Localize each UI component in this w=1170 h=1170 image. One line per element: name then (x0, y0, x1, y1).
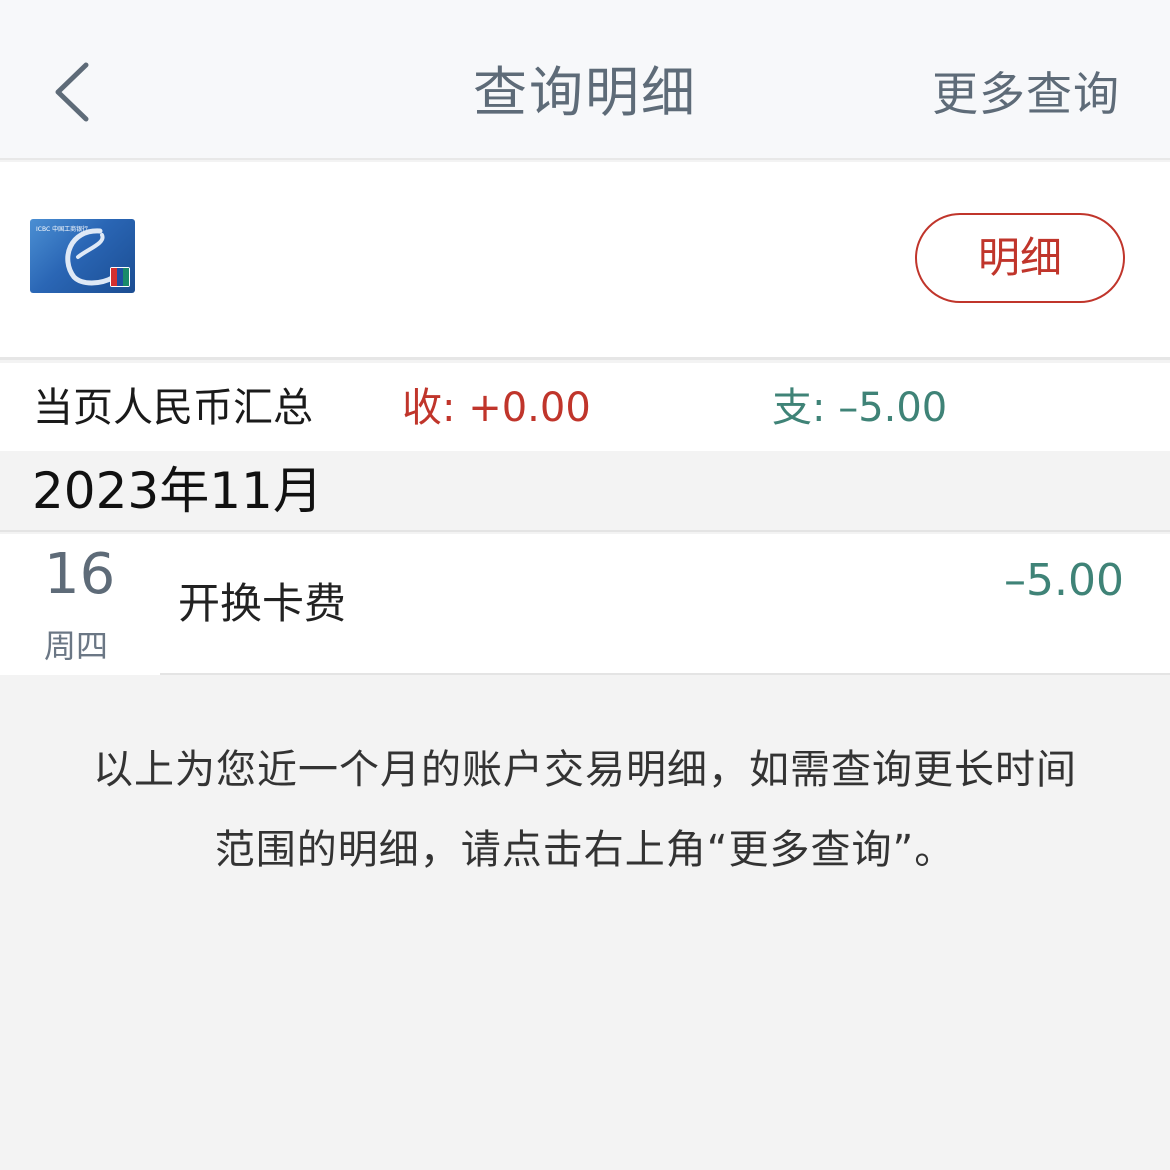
bank-card-image[interactable]: ICBC 中国工商银行 (30, 219, 135, 293)
month-label: 2023年11月 (32, 462, 323, 520)
navigation-bar: 查询明细 更多查询 (0, 0, 1170, 160)
transaction-day: 16 (44, 542, 116, 607)
svg-text:ICBC 中国工商银行: ICBC 中国工商银行 (36, 225, 88, 233)
transaction-amount: –5.00 (1004, 555, 1124, 606)
transaction-row[interactable]: 16 周四 开换卡费 –5.00 (0, 534, 1170, 675)
card-section: ICBC 中国工商银行 明细 (0, 162, 1170, 360)
detail-button[interactable]: 明细 (915, 213, 1125, 303)
row-divider (160, 673, 1170, 675)
page: 查询明细 更多查询 ICBC 中国工商银行 明细 当页人民币汇总 收: +0.0… (0, 0, 1170, 1170)
transaction-description: 开换卡费 (178, 579, 347, 628)
month-header: 2023年11月 (0, 451, 1170, 532)
summary-income: 收: +0.00 (402, 385, 591, 431)
more-query-button[interactable]: 更多查询 (932, 62, 1120, 126)
info-note-line-1: 以上为您近一个月的账户交易明细，如需查询更长时间 (93, 747, 1077, 793)
summary-expense: 支: –5.00 (772, 385, 948, 431)
info-note: 以上为您近一个月的账户交易明细，如需查询更长时间 范围的明细，请点击右上角“更多… (30, 730, 1140, 890)
summary-label: 当页人民币汇总 (33, 385, 313, 431)
info-note-line-2: 范围的明细，请点击右上角“更多查询”。 (214, 827, 956, 873)
transaction-weekday: 周四 (44, 627, 109, 665)
summary-bar: 当页人民币汇总 收: +0.00 支: –5.00 (0, 363, 1170, 451)
